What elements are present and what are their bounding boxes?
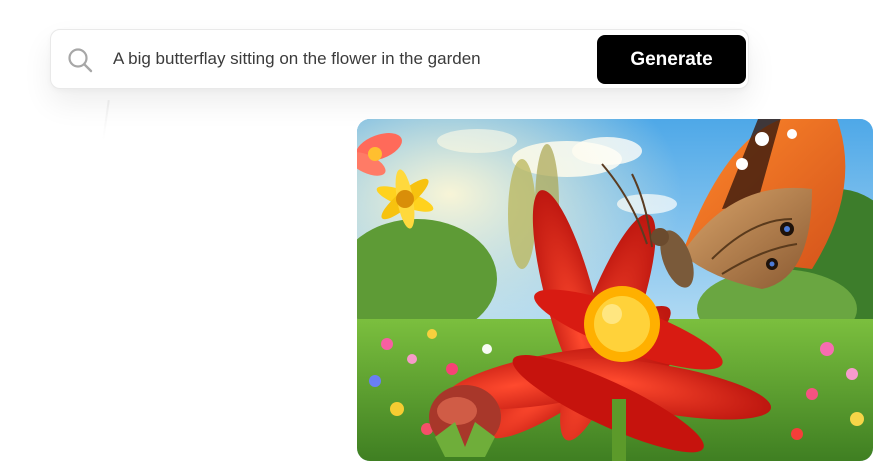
butterfly-flower-illustration [357,119,873,461]
prompt-bar: A big butterflay sitting on the flower i… [50,29,749,89]
prompt-input[interactable]: A big butterflay sitting on the flower i… [113,46,583,72]
generated-image [357,119,873,461]
search-icon [66,46,94,74]
page: A big butterflay sitting on the flower i… [0,0,873,461]
generate-button[interactable]: Generate [597,35,746,84]
faint-divider-line [102,100,110,140]
